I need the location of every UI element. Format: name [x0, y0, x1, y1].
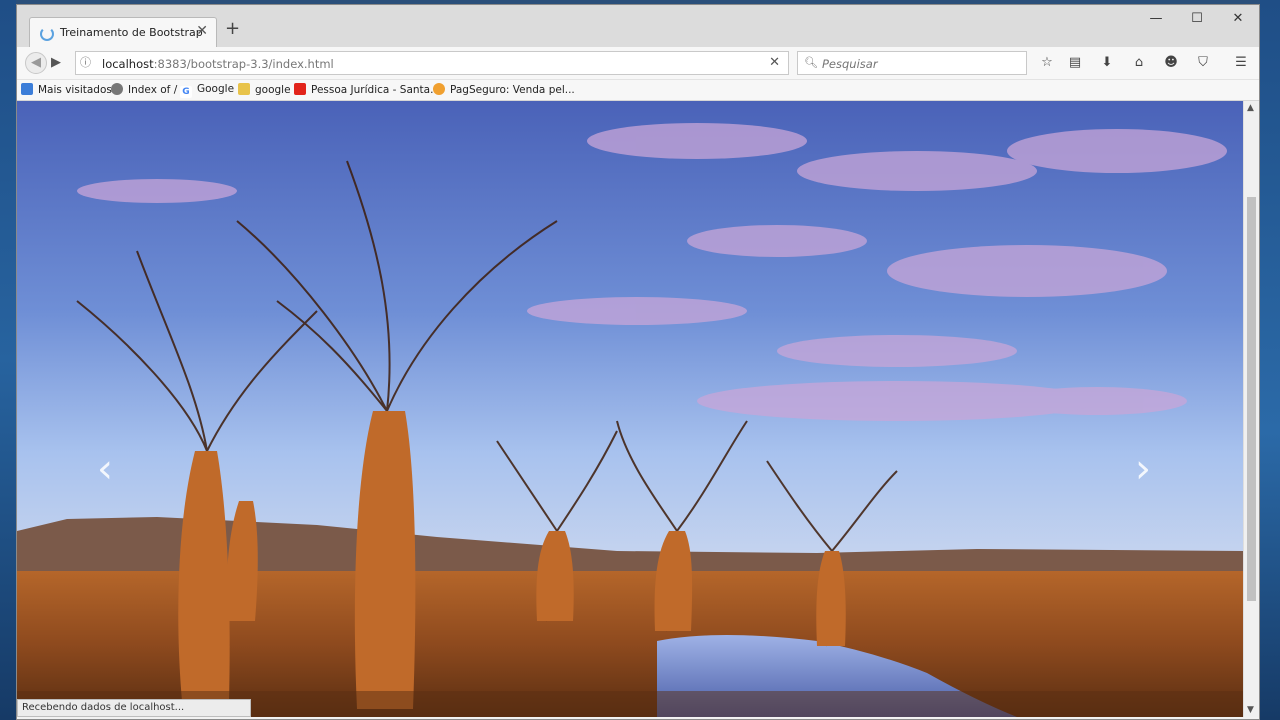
google-icon: G	[180, 86, 192, 98]
scrollbar-thumb[interactable]	[1247, 197, 1256, 601]
loading-spinner-icon	[40, 27, 54, 41]
page-content: ‹ › Recebendo dados de localhost...	[17, 101, 1243, 717]
bookmark-icon	[21, 83, 33, 95]
bookmark-item[interactable]: PagSeguro: Venda pel...	[433, 83, 575, 96]
search-input[interactable]	[820, 55, 1019, 73]
desktop-right-edge	[1260, 0, 1280, 720]
bookmarks-toolbar: Mais visitados Index of / G Google google…	[17, 80, 1259, 101]
url-text[interactable]: localhost:8383/bootstrap-3.3/index.html	[102, 57, 334, 71]
scroll-up-icon[interactable]: ▲	[1247, 103, 1254, 113]
maximize-button[interactable]: ☐	[1182, 11, 1212, 26]
title-bar: Treinamento de Bootstrap ✕ + — ☐ ✕	[17, 5, 1259, 47]
url-path: :8383/bootstrap-3.3/index.html	[153, 57, 334, 71]
carousel-image	[17, 101, 1243, 717]
pagseguro-icon	[433, 83, 445, 95]
minimize-button[interactable]: —	[1141, 11, 1171, 26]
search-box[interactable]: 🔍︎	[797, 51, 1027, 75]
bookmark-item[interactable]: Mais visitados	[21, 83, 112, 96]
carousel-prev-control[interactable]: ‹	[97, 449, 113, 489]
scroll-down-icon[interactable]: ▼	[1247, 705, 1254, 715]
new-tab-button[interactable]: +	[225, 19, 240, 39]
url-host: localhost	[102, 57, 154, 71]
folder-icon	[238, 83, 250, 95]
download-icon[interactable]: ⬇	[1097, 55, 1117, 70]
back-arrow-icon: ◀	[31, 55, 41, 70]
back-button[interactable]: ◀	[25, 52, 47, 74]
bookmark-item[interactable]: Index of /	[111, 83, 177, 96]
chat-icon[interactable]: ☻	[1161, 55, 1181, 70]
tab-close-icon[interactable]: ✕	[196, 23, 208, 39]
carousel-next-control[interactable]: ›	[1135, 449, 1151, 489]
santander-icon	[294, 83, 306, 95]
pocket-icon[interactable]: ⛉	[1193, 55, 1213, 70]
vertical-scrollbar[interactable]: ▲ ▼	[1243, 101, 1259, 717]
forward-arrow-icon: ▶	[51, 55, 61, 70]
search-icon: 🔍︎	[804, 56, 818, 69]
bookmark-star-icon[interactable]: ☆	[1037, 55, 1057, 70]
tab-active[interactable]: Treinamento de Bootstrap ✕	[29, 17, 217, 47]
address-bar[interactable]: ⓘ localhost:8383/bootstrap-3.3/index.htm…	[75, 51, 789, 75]
tab-title: Treinamento de Bootstrap	[60, 26, 203, 39]
reading-list-icon[interactable]: ▤	[1065, 55, 1085, 70]
navigation-bar: ◀ ▶ ⓘ localhost:8383/bootstrap-3.3/index…	[17, 47, 1259, 80]
desktop-left-edge	[0, 0, 16, 720]
bookmark-item[interactable]: google	[238, 83, 291, 96]
info-icon[interactable]: ⓘ	[80, 54, 91, 70]
browser-window: Treinamento de Bootstrap ✕ + — ☐ ✕ ◀ ▶ ⓘ…	[16, 4, 1260, 720]
forward-button[interactable]: ▶	[51, 52, 61, 74]
status-bar: Recebendo dados de localhost...	[17, 699, 251, 717]
bookmark-item[interactable]: G Google	[180, 83, 234, 98]
close-window-button[interactable]: ✕	[1223, 11, 1253, 26]
home-icon[interactable]: ⌂	[1129, 55, 1149, 70]
globe-icon	[111, 83, 123, 95]
menu-icon[interactable]: ☰	[1231, 55, 1251, 70]
bookmark-item[interactable]: Pessoa Jurídica - Santa...	[294, 83, 440, 96]
stop-icon[interactable]: ✕	[769, 55, 780, 70]
